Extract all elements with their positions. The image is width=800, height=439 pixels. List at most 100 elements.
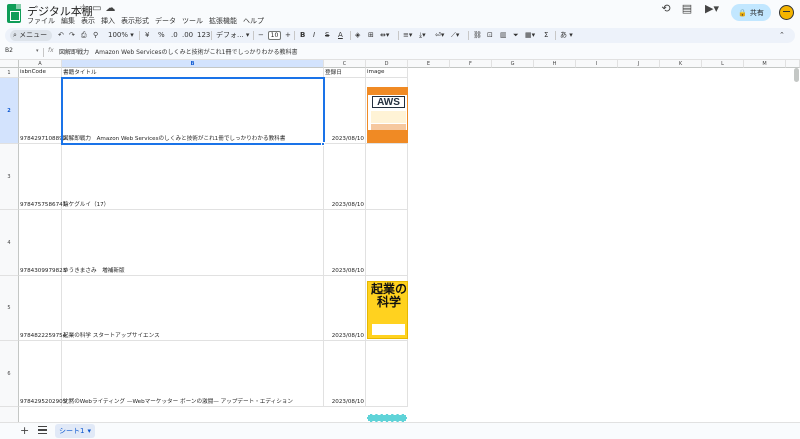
sheet-tab[interactable]: シート1 ▾ [55,424,95,438]
title-cell[interactable]: ゆうきまさみ 増補新版 [62,210,324,276]
menu-edit[interactable]: 編集 [61,16,75,26]
menu-extensions[interactable]: 拡張機能 [209,16,237,26]
row-header-4[interactable]: 4 [0,210,19,276]
menu-insert[interactable]: 挿入 [101,16,115,26]
filter-icon[interactable]: ⏷ [513,28,519,43]
menu-data[interactable]: データ [155,16,176,26]
bold-button[interactable]: B [300,28,305,43]
header-cell-image[interactable]: image [366,68,408,78]
header-cell-isbn[interactable]: isbnCode [19,68,62,78]
meet-icon[interactable]: ▶▾ [702,2,722,16]
font-size-input[interactable]: 10 [268,31,281,40]
image-cell[interactable] [366,210,408,276]
italic-button[interactable]: I [313,28,315,43]
fill-handle[interactable] [321,142,325,146]
percent-button[interactable]: % [158,28,165,43]
column-header-k[interactable]: K [660,60,702,68]
date-cell[interactable]: 2023/08/10 [324,78,366,144]
align-left-icon[interactable]: ≡▾ [403,28,412,43]
insert-chart-icon[interactable]: ▥ [500,28,507,43]
menu-file[interactable]: ファイル [27,16,55,26]
image-cell[interactable] [366,144,408,210]
merge-cells-icon[interactable]: ⇹▾ [380,28,389,43]
functions-button[interactable]: Σ [544,28,548,43]
increase-decimal-button[interactable]: .00 [182,28,193,43]
undo-icon[interactable]: ↶ [58,28,64,43]
star-icon[interactable]: ☆ [79,3,88,14]
row-header-1[interactable]: 1 [0,68,19,78]
wrap-text-icon[interactable]: ⏎▾ [435,28,444,43]
folder-icon[interactable]: ▭ [92,3,101,14]
column-header-b[interactable]: B [62,60,324,68]
filter-views-icon[interactable]: ▦▾ [525,28,535,43]
all-sheets-icon[interactable] [38,426,47,434]
input-tools-button[interactable]: あ ▾ [560,28,573,43]
sheets-logo-icon[interactable] [7,4,21,23]
row-header-5[interactable]: 5 [0,276,19,341]
isbn-cell[interactable]: 9784295202905 [19,341,66,407]
currency-button[interactable]: ¥ [145,28,149,43]
row-header-3[interactable]: 3 [0,144,19,210]
select-all-corner[interactable] [0,60,19,68]
comment-icon[interactable]: ▤ [680,2,694,16]
book-cover-kigyo-image[interactable]: 起業の科学 [367,281,408,339]
column-header-i[interactable]: I [576,60,618,68]
row-header-6[interactable]: 6 [0,341,19,407]
column-header-f[interactable]: F [450,60,492,68]
vertical-scrollbar[interactable] [794,68,799,82]
print-icon[interactable]: ⎙ [81,28,87,43]
font-select[interactable]: デフォ... ▾ [216,28,249,43]
column-header-d[interactable]: D [366,60,408,68]
insert-comment-icon[interactable]: ⊡ [487,28,493,43]
zoom-select[interactable]: 100% ▾ [108,28,134,43]
vertical-align-icon[interactable]: ⤓▾ [419,28,426,43]
column-header-e[interactable]: E [408,60,450,68]
borders-icon[interactable]: ⊞ [368,28,374,43]
title-cell[interactable]: 陰ケグルイ（17） [62,144,324,210]
date-cell[interactable]: 2023/08/10 [324,144,366,210]
decrease-decimal-button[interactable]: .0 [171,28,178,43]
date-cell[interactable]: 2023/08/10 [324,341,366,407]
column-header-h[interactable]: H [534,60,576,68]
book-cover-partial-image[interactable] [367,414,407,422]
history-icon[interactable]: ⟲ [659,2,673,16]
paint-format-icon[interactable]: ⚲ [93,28,98,43]
header-cell-date[interactable]: 登録日 [324,68,366,78]
header-cell-title[interactable]: 書籍タイトル [62,68,324,78]
date-cell[interactable]: 2023/08/10 [324,210,366,276]
font-size-decrease-button[interactable]: − [258,28,264,43]
add-sheet-icon[interactable]: + [20,424,29,437]
collapse-toolbar-icon[interactable]: ⌃ [779,28,785,43]
column-header-g[interactable]: G [492,60,534,68]
menu-search[interactable]: ⌕ メニュー [10,30,52,41]
title-cell[interactable]: 沈黙のWebライティング —Webマーケッター ボーンの激闘— アップデート・エ… [62,341,324,407]
link-icon[interactable]: ⛓ [473,28,482,43]
fill-color-icon[interactable]: ◈ [355,28,360,43]
column-header-c[interactable]: C [324,60,366,68]
column-header-j[interactable]: J [618,60,660,68]
menu-tools[interactable]: ツール [182,16,203,26]
row-header-7[interactable] [0,407,19,422]
cloud-icon[interactable]: ☁ [105,3,115,14]
font-size-increase-button[interactable]: + [285,28,291,43]
isbn-cell[interactable]: 9784309979823 [19,210,66,276]
isbn-cell[interactable]: 9784757586741 [19,144,66,210]
number-format-button[interactable]: 123 [197,28,210,43]
text-rotation-icon[interactable]: ⟋▾ [451,28,459,43]
book-cover-aws-image[interactable]: AWS [367,87,408,143]
column-header-m[interactable]: M [744,60,786,68]
menu-format[interactable]: 表示形式 [121,16,149,26]
menu-view[interactable]: 表示 [81,16,95,26]
isbn-cell[interactable]: 9784297108892 [19,78,66,144]
name-box[interactable]: B2 [5,47,13,54]
share-button[interactable]: 🔒 共有 [731,4,771,21]
image-cell[interactable] [366,341,408,407]
text-color-button[interactable]: A [338,28,343,43]
title-cell[interactable]: 起業の科学 スタートアップサイエンス [62,276,324,341]
chevron-down-icon[interactable]: ▾ [36,48,39,54]
row-header-2[interactable]: 2 [0,78,19,144]
formula-input[interactable]: 図解即戦力 Amazon Web Servicesのしくみと技術がこれ1冊でしっ… [59,47,298,56]
strikethrough-button[interactable]: S [325,28,329,43]
isbn-cell[interactable]: 9784822259754 [19,276,66,341]
column-header-n[interactable] [786,60,800,68]
